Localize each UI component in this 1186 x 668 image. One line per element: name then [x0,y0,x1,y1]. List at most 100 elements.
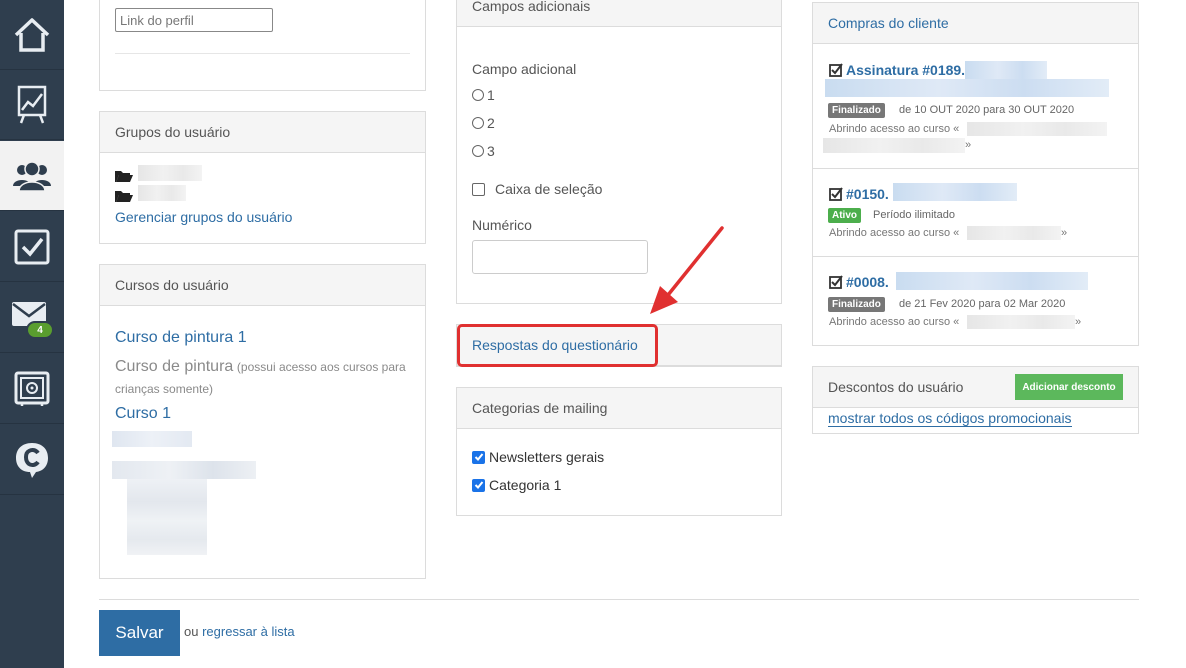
redacted-text [896,272,1088,290]
redacted-text [127,479,207,555]
purchase-access-text: Abrindo acesso ao curso « [829,123,960,135]
sidebar-item-chat[interactable] [0,425,64,495]
sidebar-item-safe[interactable] [0,354,64,424]
redacted-text [112,431,192,447]
user-discounts-title: Descontos do usuário [828,379,964,395]
course-link[interactable]: Curso de pintura 1 [115,329,247,347]
users-icon [13,160,51,192]
customer-purchases-header: Compras do cliente [813,3,1138,44]
chat-c-icon [16,442,48,478]
profile-panel [99,0,426,91]
purchase-period: Período ilimitado [873,209,955,221]
radio-option-3[interactable]: 3 [472,143,495,159]
redacted-text [967,315,1075,329]
radio-option-1[interactable]: 1 [472,87,495,103]
customer-purchases-panel: Compras do cliente Assinatura #0189. Fin… [812,2,1139,346]
radio-label: 1 [487,87,495,103]
user-groups-panel: Grupos do usuário Gerenciar grupos do us… [99,111,426,244]
purchase-access-text: Abrindo acesso ao curso « [829,316,960,328]
status-badge: Finalizado [828,297,885,312]
redacted-group-name [138,165,202,181]
redacted-text [823,138,965,153]
redacted-text [967,226,1061,240]
sidebar-item-tasks[interactable] [0,212,64,282]
purchase-title-link[interactable]: Assinatura #0189. [846,62,965,78]
status-badge: Ativo [828,208,861,223]
additional-field-label: Campo adicional [472,61,577,77]
home-icon [14,17,50,52]
sidebar-item-mail[interactable]: 4 [0,283,64,353]
close-quote: » [965,139,972,151]
redacted-text [112,461,256,479]
checkbox-icon [14,229,50,264]
folder-open-icon [115,191,133,202]
numeric-input[interactable] [472,240,648,274]
checkbox-label: Newsletters gerais [489,449,605,465]
show-all-promo-codes-link[interactable]: mostrar todos os códigos promocionais [828,410,1072,427]
close-quote: » [1061,227,1068,239]
checkbox-checked[interactable] [472,478,485,492]
radio-option-2[interactable]: 2 [472,115,495,131]
numeric-label: Numérico [472,217,532,233]
mailing-categories-panel: Categorias de mailing Newsletters gerais… [456,387,782,516]
user-courses-panel: Cursos do usuário Curso de pintura 1 Cur… [99,264,426,579]
check-icon [474,453,483,461]
or-text: ou [184,624,199,639]
mail-count-badge: 4 [26,321,54,339]
chart-board-icon [17,85,47,123]
radio-circle[interactable] [472,117,484,129]
checkbox-field[interactable]: Caixa de seleção [472,181,602,197]
user-groups-header: Grupos do usuário [100,112,425,153]
purchase-period: de 10 OUT 2020 para 30 OUT 2020 [899,104,1075,116]
checkbox-label: Categoria 1 [489,477,562,493]
course-link[interactable]: Curso 1 [115,405,171,423]
additional-fields-header: Campos adicionais [457,0,781,27]
redacted-text [893,183,1017,201]
annotation-arrow-icon [650,226,724,314]
course-entry: Curso de pintura (possui acesso aos curs… [115,356,415,400]
divider [115,53,410,54]
check-icon [474,481,483,489]
sidebar-item-reports[interactable] [0,70,64,140]
mailing-category-checkbox[interactable]: Categoria 1 [472,477,561,493]
checkbox-check-icon [829,63,843,77]
user-courses-header: Cursos do usuário [100,265,425,306]
purchase-item: #0008. Finalizado de 21 Fev 2020 para 02… [813,258,1138,345]
mailing-category-checkbox[interactable]: Newsletters gerais [472,449,604,465]
sidebar-item-users[interactable] [0,141,64,211]
purchase-item: Assinatura #0189. Finalizado de 10 OUT 2… [813,45,1138,169]
sidebar: 4 [0,0,64,668]
customer-purchases-link[interactable]: Compras do cliente [828,15,949,31]
checkbox-checked[interactable] [472,450,485,464]
checkbox-check-icon [829,275,843,289]
redacted-text [967,122,1107,136]
radio-circle[interactable] [472,145,484,157]
safe-icon [14,371,50,406]
close-quote: » [1075,316,1082,328]
redacted-text [825,79,1109,97]
checkbox[interactable] [472,182,485,196]
purchase-title-link[interactable]: #0150. [846,186,889,202]
highlight-box [457,324,658,367]
add-discount-button[interactable]: Adicionar desconto [1015,374,1123,400]
back-to-list-link[interactable]: regressar à lista [202,624,294,639]
manage-groups-link[interactable]: Gerenciar grupos do usuário [115,209,292,225]
radio-circle[interactable] [472,89,484,101]
purchase-item: #0150. Ativo Período ilimitado Abrindo a… [813,170,1138,257]
user-discounts-panel: Descontos do usuário Adicionar desconto … [812,366,1139,434]
purchase-title-link[interactable]: #0008. [846,274,889,290]
course-name-inactive[interactable]: Curso de pintura [115,358,233,375]
purchase-access-text: Abrindo acesso ao curso « [829,227,960,239]
save-button[interactable]: Salvar [99,610,180,656]
additional-fields-panel: Campos adicionais Campo adicional 1 2 3 … [456,0,782,304]
footer-actions: ou regressar à lista [184,624,295,639]
radio-label: 3 [487,143,495,159]
status-badge: Finalizado [828,103,885,118]
redacted-group-name [138,185,186,201]
checkbox-label: Caixa de seleção [495,181,603,197]
radio-label: 2 [487,115,495,131]
profile-link-input[interactable] [115,8,273,32]
sidebar-item-home[interactable] [0,0,64,70]
mailing-categories-header: Categorias de mailing [457,388,781,429]
purchase-period: de 21 Fev 2020 para 02 Mar 2020 [899,298,1066,310]
